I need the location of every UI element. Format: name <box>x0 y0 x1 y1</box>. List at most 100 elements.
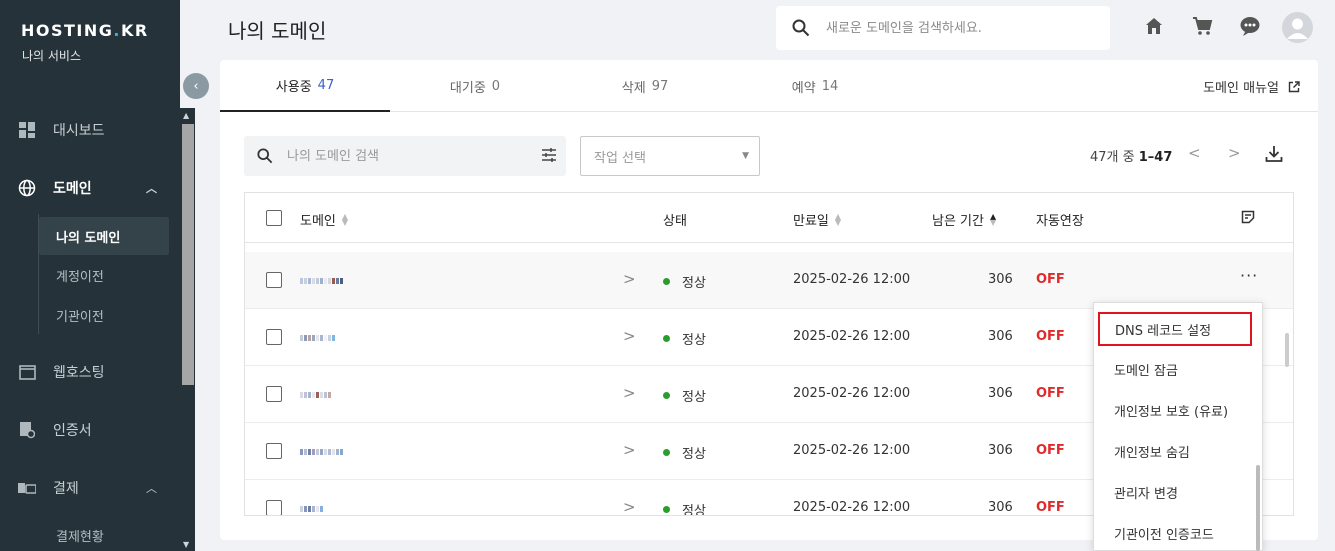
row-actions-menu: DNS 레코드 설정 도메인 잠금 개인정보 보호 (유료) 개인정보 숨김 관… <box>1093 302 1263 551</box>
autorenew-toggle[interactable]: OFF <box>1036 386 1065 401</box>
status-badge: 정상 <box>663 272 706 291</box>
menu-item-change-admin[interactable]: 관리자 변경 <box>1094 472 1264 513</box>
column-expiry[interactable]: 만료일 ▲ ▼ <box>793 210 841 229</box>
status-badge: 정상 <box>663 386 706 405</box>
menu-item-privacy-hide[interactable]: 개인정보 숨김 <box>1094 431 1264 472</box>
cart-icon[interactable] <box>1190 14 1214 38</box>
logo[interactable]: HOSTING.KR <box>21 21 149 40</box>
expiry-date: 2025-02-26 12:00 <box>793 386 911 401</box>
row-checkbox[interactable] <box>266 272 282 288</box>
filter-settings-icon[interactable] <box>541 147 557 163</box>
status-badge: 정상 <box>663 443 706 462</box>
support-chat-icon[interactable] <box>1238 14 1262 38</box>
sidebar-sub-my-domain[interactable]: 나의 도메인 <box>39 217 169 255</box>
autorenew-toggle[interactable]: OFF <box>1036 272 1065 287</box>
row-checkbox[interactable] <box>266 386 282 402</box>
menu-item-transfer-auth-code[interactable]: 기관이전 인증코드 <box>1094 513 1264 551</box>
column-remaining[interactable]: 남은 기간 ▲ ▼ <box>932 210 996 229</box>
sidebar-item-domain[interactable]: 도메인 ︿ <box>0 168 180 208</box>
select-all-checkbox[interactable] <box>266 210 282 226</box>
row-checkbox[interactable] <box>266 443 282 459</box>
sidebar-item-webhosting[interactable]: 웹호스팅 <box>0 352 180 392</box>
globe-icon <box>18 179 36 197</box>
domain-name-blurred[interactable] <box>300 276 343 286</box>
sidebar-sub-account-transfer[interactable]: 계정이전 <box>39 256 169 294</box>
sidebar-item-dashboard[interactable]: 대시보드 <box>0 110 180 150</box>
remaining-days: 306 <box>988 386 1013 401</box>
sidebar-item-label: 웹호스팅 <box>53 365 105 381</box>
prev-page-icon[interactable]: < <box>1188 144 1201 162</box>
page-title: 나의 도메인 <box>228 19 327 43</box>
table-scrollbar-thumb[interactable] <box>1285 333 1289 367</box>
status-tabs: 사용중 47 대기중 0 삭제 97 예약 14 도메인 매뉴얼 <box>220 60 1318 112</box>
avatar[interactable] <box>1282 12 1313 43</box>
my-domain-search-input[interactable] <box>287 148 517 164</box>
autorenew-toggle[interactable]: OFF <box>1036 329 1065 344</box>
sidebar-scrollbar-thumb[interactable] <box>182 124 194 385</box>
next-page-icon[interactable]: > <box>1228 144 1241 162</box>
chevron-right-icon[interactable]: > <box>623 498 636 515</box>
tab-reserved[interactable]: 예약 14 <box>730 60 900 112</box>
column-autorenew: 자동연장 <box>1036 214 1084 229</box>
status-badge: 정상 <box>663 500 706 515</box>
domain-search-bar[interactable] <box>776 6 1110 50</box>
sidebar-sub-payment-status[interactable]: 결제현황 <box>39 516 169 551</box>
remaining-days: 306 <box>988 500 1013 515</box>
menu-item-privacy-protection[interactable]: 개인정보 보호 (유료) <box>1094 390 1264 431</box>
sidebar: HOSTING.KR 나의 서비스 대시보드 도메인 ︿ 나의 도메인 계정이전… <box>0 0 180 551</box>
autorenew-toggle[interactable]: OFF <box>1036 500 1065 515</box>
sidebar-subtitle: 나의 서비스 <box>22 49 82 63</box>
my-domain-search[interactable] <box>244 136 566 176</box>
certificate-icon <box>18 421 36 439</box>
tab-pending[interactable]: 대기중 0 <box>390 60 560 112</box>
sidebar-item-label: 결제 <box>53 481 79 497</box>
pagination-info: 47개 중 1–47 <box>1090 150 1173 165</box>
action-select[interactable]: 작업 선택 ▼ <box>580 136 760 176</box>
chevron-right-icon[interactable]: > <box>623 327 636 345</box>
dashboard-icon <box>18 121 36 139</box>
more-options-icon[interactable]: ··· <box>1240 266 1258 285</box>
row-checkbox[interactable] <box>266 329 282 345</box>
domain-name-blurred[interactable] <box>300 504 323 514</box>
scroll-down-icon[interactable]: ▼ <box>183 540 189 549</box>
new-domain-search-input[interactable] <box>826 20 1086 36</box>
chevron-right-icon[interactable]: > <box>623 441 636 459</box>
home-icon[interactable] <box>1142 14 1166 38</box>
column-settings-icon[interactable] <box>1241 210 1255 224</box>
domain-manual-link[interactable]: 도메인 매뉴얼 <box>1203 77 1300 96</box>
row-checkbox[interactable] <box>266 500 282 515</box>
scroll-up-icon[interactable]: ▲ <box>183 111 189 120</box>
tab-in-use[interactable]: 사용중 47 <box>220 60 390 112</box>
tab-deleted[interactable]: 삭제 97 <box>560 60 730 112</box>
sidebar-sub-registrar-transfer[interactable]: 기관이전 <box>39 296 169 334</box>
table-row[interactable]: > 정상 2025-02-26 12:00 306 OFF ··· <box>245 252 1293 309</box>
status-badge: 정상 <box>663 329 706 348</box>
domain-name-blurred[interactable] <box>300 447 343 457</box>
autorenew-toggle[interactable]: OFF <box>1036 443 1065 458</box>
chevron-right-icon[interactable]: > <box>623 270 636 288</box>
menu-item-dns-records[interactable]: DNS 레코드 설정 <box>1098 312 1252 346</box>
expiry-date: 2025-02-26 12:00 <box>793 329 911 344</box>
sidebar-item-label: 인증서 <box>53 423 92 439</box>
column-domain[interactable]: 도메인 ▲ ▼ <box>300 210 348 229</box>
search-icon <box>792 19 810 37</box>
chevron-right-icon[interactable]: > <box>623 384 636 402</box>
external-link-icon <box>1288 80 1300 92</box>
menu-item-domain-lock[interactable]: 도메인 잠금 <box>1094 349 1264 390</box>
domain-name-blurred[interactable] <box>300 333 335 343</box>
payment-icon <box>18 479 36 497</box>
sidebar-item-certificate[interactable]: 인증서 <box>0 410 180 450</box>
remaining-days: 306 <box>988 272 1013 287</box>
domain-name-blurred[interactable] <box>300 390 331 400</box>
menu-scrollbar-thumb[interactable] <box>1256 465 1260 551</box>
sidebar-collapse-button[interactable]: ‹ <box>183 73 209 99</box>
remaining-days: 306 <box>988 329 1013 344</box>
expiry-date: 2025-02-26 12:00 <box>793 272 911 287</box>
chevron-up-icon: ︿ <box>146 182 157 195</box>
expiry-date: 2025-02-26 12:00 <box>793 500 911 515</box>
chevron-left-icon: ‹ <box>193 78 199 94</box>
sidebar-item-payment[interactable]: 결제 ︿ <box>0 468 180 508</box>
search-icon <box>257 148 273 164</box>
download-icon[interactable] <box>1264 144 1284 168</box>
chevron-up-icon: ︿ <box>146 482 157 495</box>
